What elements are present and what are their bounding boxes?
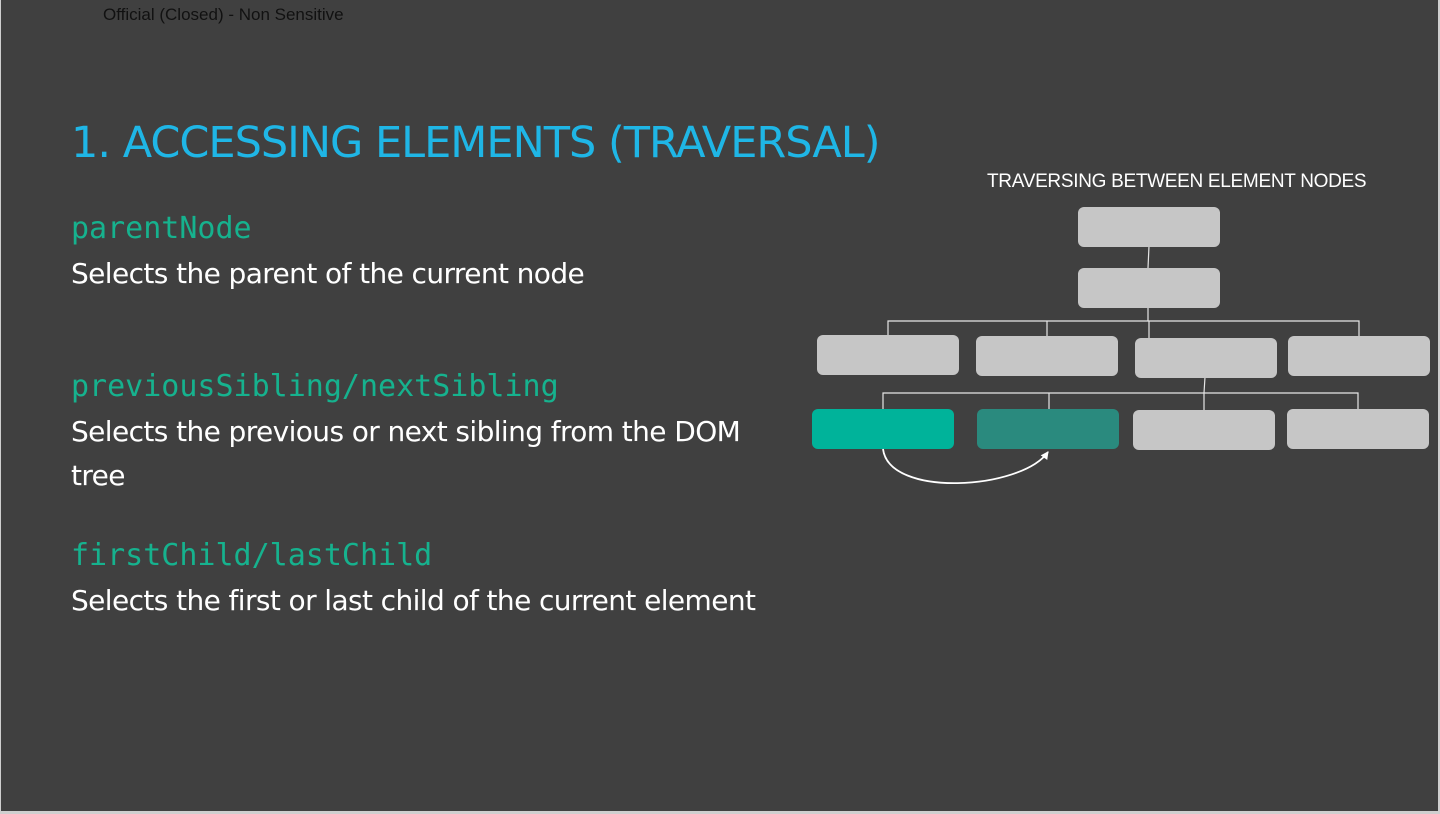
- slide-title: 1. ACCESSING ELEMENTS (TRAVERSAL): [71, 118, 881, 168]
- tree-node-next-sibling: [977, 409, 1119, 449]
- method-name: parentNode: [71, 211, 252, 246]
- section-sibling: previousSibling/nextSibling Selects the …: [71, 368, 771, 498]
- tree-node-parent: [1078, 268, 1220, 308]
- method-description: Selects the first or last child of the c…: [71, 584, 756, 617]
- tree-node-child: [1135, 338, 1277, 378]
- method-name: firstChild/lastChild: [71, 538, 433, 573]
- method-description: Selects the parent of the current node: [71, 257, 585, 290]
- connector-line: [882, 392, 1359, 409]
- method-name: previousSibling/nextSibling: [71, 369, 559, 404]
- section-child: firstChild/lastChild Selects the first o…: [71, 537, 771, 623]
- slide: Official (Closed) - Non Sensitive 1. ACC…: [0, 0, 1440, 814]
- tree-node-root: [1078, 207, 1220, 247]
- tree-node-grandchild: [1133, 410, 1275, 450]
- sibling-arrow: [882, 448, 1049, 485]
- diagram-caption: TRAVERSING BETWEEN ELEMENT NODES: [987, 171, 1367, 192]
- section-parent-node: parentNode Selects the parent of the cur…: [71, 210, 771, 296]
- connector-line: [1203, 376, 1206, 394]
- tree-node-grandchild: [1287, 409, 1429, 449]
- tree-node-current: [812, 409, 954, 449]
- classification-label: Official (Closed) - Non Sensitive: [103, 5, 344, 24]
- tree-node-child: [976, 336, 1118, 376]
- dom-tree-diagram: [812, 207, 1430, 485]
- tree-node-child: [1288, 336, 1430, 376]
- connector-line: [1147, 245, 1150, 269]
- connector-line: [887, 320, 1360, 336]
- method-description: Selects the previous or next sibling fro…: [71, 415, 741, 492]
- tree-node-child: [817, 335, 959, 375]
